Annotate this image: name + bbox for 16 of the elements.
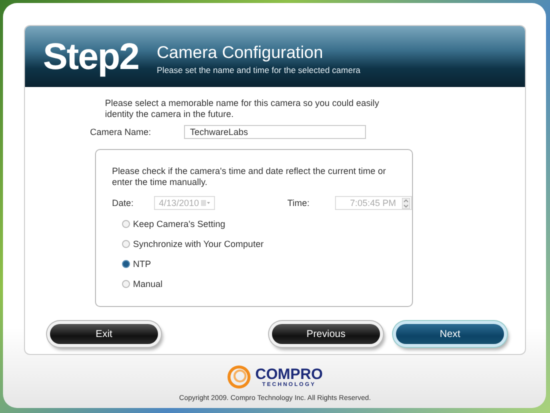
field-label: Date: (112, 198, 135, 208)
radio-option[interactable]: Keep Camera's Setting (122, 219, 412, 229)
page-title: Camera Configuration (156, 42, 324, 62)
radio-option[interactable]: Synchronize with Your Computer (122, 239, 412, 249)
wizard-button[interactable]: Exit (50, 324, 158, 344)
wizard-button[interactable]: Next (396, 324, 504, 344)
field-label: Time: (287, 198, 311, 208)
camera-name-field[interactable]: TechwareLabs (184, 125, 366, 139)
field-label: Camera Name: (90, 127, 152, 137)
intro-text: Please select a memorable name for this camera so you could easily identity the camera in the future. (105, 98, 380, 120)
page-subtitle: Please set the name and time for the selected camera (156, 64, 360, 74)
wizard-button[interactable]: Previous (272, 324, 380, 344)
radio-option[interactable]: NTP (122, 259, 412, 269)
step-label: Step2 (43, 36, 139, 78)
instructions-text: Please check if the camera's time and date reflect the current time or enter the time manually. (112, 166, 387, 188)
radio-option[interactable]: Manual (122, 279, 412, 289)
